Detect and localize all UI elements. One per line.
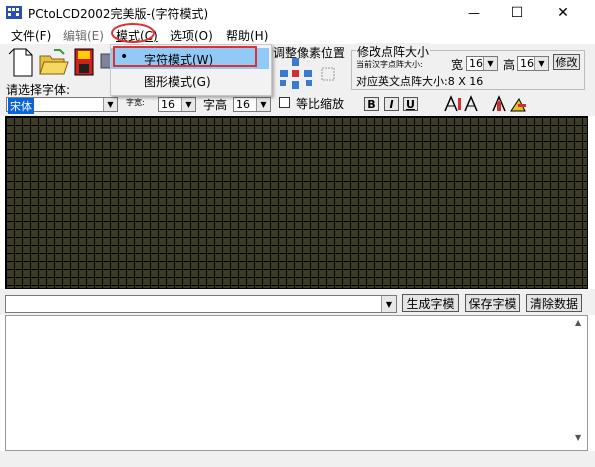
italic-button[interactable]: I (384, 97, 399, 111)
maximize-button[interactable]: ☐ (497, 0, 537, 25)
char-height-label: 字高 (203, 98, 228, 112)
font-text-combo[interactable]: ▼ (5, 295, 397, 313)
font-size-tools-icon[interactable] (443, 95, 481, 113)
matrix-height-value: 16 (520, 57, 534, 70)
output-scrollbar[interactable]: ▲ ▼ (574, 317, 586, 449)
menu-help[interactable]: 帮助(H) (226, 27, 268, 44)
matrix-width-value: 16 (469, 57, 483, 70)
new-file-icon[interactable] (6, 46, 36, 78)
underline-button[interactable]: U (403, 97, 418, 111)
save-font-button[interactable]: 保存字模 (465, 294, 520, 312)
font-select[interactable]: 宋体 ▼ (6, 97, 118, 114)
close-button[interactable]: ✕ (543, 0, 583, 25)
bold-button[interactable]: B (364, 97, 379, 111)
chevron-down-icon: ▼ (381, 296, 396, 312)
output-textarea[interactable] (5, 315, 588, 451)
char-width-value: 16 (161, 98, 175, 111)
modify-button[interactable]: 修改 (553, 54, 580, 70)
clear-data-button[interactable]: 清除数据 (526, 294, 582, 312)
choose-font-label: 请选择字体: (6, 83, 71, 97)
modify-matrix-label: 修改点阵大小 (356, 43, 431, 60)
maximize-icon: ☐ (510, 4, 524, 21)
pixel-arrow-pad[interactable] (276, 58, 346, 94)
menu-item-graphic-mode[interactable]: 图形模式(G) (111, 70, 269, 91)
menu-file[interactable]: 文件(F) (11, 27, 51, 44)
char-mode-annotation-box (113, 46, 257, 67)
current-char-matrix-label: 当前汉字点阵大小: (356, 60, 423, 69)
open-folder-icon[interactable] (38, 46, 70, 78)
chevron-down-icon: ▼ (534, 57, 548, 70)
height-label: 高 (503, 58, 516, 72)
char-height-select[interactable]: 16 ▼ (233, 97, 271, 112)
char-width-label: 字宽: (126, 98, 145, 107)
generate-font-button[interactable]: 生成字模 (402, 294, 459, 312)
matrix-height-select[interactable]: 16 ▼ (517, 56, 549, 71)
chevron-down-icon: ▼ (483, 57, 497, 70)
english-matrix-label: 对应英文点阵大小:8 X 16 (356, 75, 484, 88)
scroll-down-icon[interactable]: ▼ (575, 433, 581, 442)
proportional-scale-checkbox[interactable] (279, 97, 290, 108)
proportional-scale-label: 等比缩放 (296, 97, 345, 111)
minimize-button[interactable]: — (454, 0, 494, 25)
matrix-width-select[interactable]: 16 ▼ (466, 56, 498, 71)
chevron-down-icon: ▼ (103, 98, 117, 111)
menu-edit[interactable]: 编辑(E) (63, 27, 104, 44)
status-bar (0, 451, 595, 467)
rotate-flip-tools-icon[interactable] (491, 95, 529, 113)
mode-menu-annotation-circle (111, 23, 155, 43)
char-width-select[interactable]: 16 ▼ (158, 97, 196, 112)
font-value: 宋体 (8, 98, 34, 114)
scroll-up-icon[interactable]: ▲ (575, 318, 581, 327)
dot-matrix-grid[interactable] (5, 116, 588, 289)
menu-options[interactable]: 选项(O) (170, 27, 213, 44)
char-height-value: 16 (236, 98, 250, 111)
close-icon: ✕ (557, 4, 569, 21)
menu-item-label: 图形模式(G) (144, 75, 211, 89)
window-title: PCtoLCD2002完美版-(字符模式) (28, 7, 209, 21)
width-label: 宽 (451, 58, 464, 72)
chevron-down-icon: ▼ (256, 98, 270, 111)
minimize-icon: — (468, 5, 480, 20)
save-disk-icon[interactable] (73, 46, 97, 78)
app-icon (6, 6, 22, 19)
chevron-down-icon: ▼ (181, 98, 195, 111)
